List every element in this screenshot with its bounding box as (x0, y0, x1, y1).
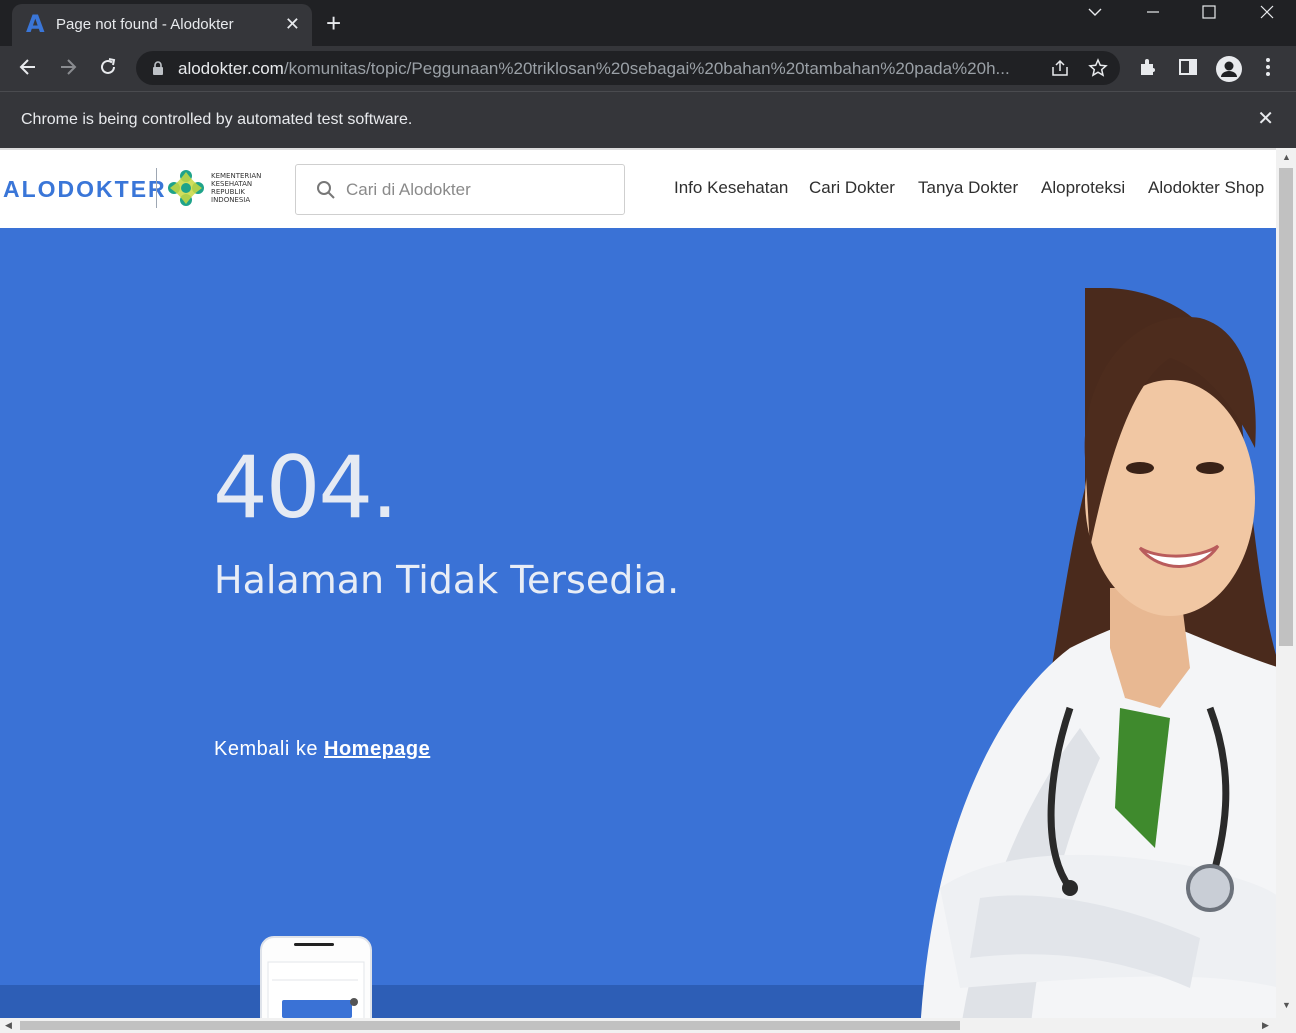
url-path: /komunitas/topic/Peggunaan%20triklosan%2… (283, 59, 1010, 78)
kemenkes-line: KEMENTERIAN (211, 172, 262, 180)
tab-title: Page not found - Alodokter (56, 16, 234, 33)
error-message: Halaman Tidak Tersedia. (214, 558, 680, 602)
back-arrow-icon[interactable] (17, 56, 41, 80)
profile-icon[interactable] (1215, 55, 1243, 88)
menu-icon[interactable] (1262, 57, 1274, 82)
back-to-home: Kembali ke Homepage (214, 738, 430, 761)
lock-icon[interactable] (152, 60, 164, 81)
vertical-scrollbar[interactable]: ▲ ▼ (1276, 148, 1296, 1018)
search-icon (316, 180, 336, 205)
search-box[interactable] (295, 164, 625, 215)
kemenkes-line: INDONESIA (211, 196, 251, 204)
kemenkes-text: KEMENTERIAN KESEHATAN REPUBLIK INDONESIA (211, 172, 261, 204)
nav-tanya-dokter[interactable]: Tanya Dokter (918, 178, 1018, 198)
tab-strip: A Page not found - Alodokter ✕ + (0, 0, 1296, 46)
horizontal-scroll-thumb[interactable] (20, 1021, 960, 1030)
tab-search-chevron-icon[interactable] (1066, 0, 1124, 26)
homepage-link[interactable]: Homepage (324, 738, 430, 760)
doctor-illustration (920, 288, 1276, 1033)
back-prefix: Kembali ke (214, 738, 318, 760)
search-input[interactable] (346, 177, 606, 203)
maximize-icon[interactable] (1180, 0, 1238, 26)
address-bar[interactable]: alodokter.com/komunitas/topic/Peggunaan%… (136, 51, 1120, 85)
nav-alodokter-shop[interactable]: Alodokter Shop (1148, 178, 1264, 198)
page-viewport: ALODOKTER KEMENTERIAN KESEHATAN REPUBLIK… (0, 148, 1296, 1033)
sidepanel-icon[interactable] (1178, 57, 1198, 82)
scroll-down-arrow-icon[interactable]: ▼ (1282, 1000, 1291, 1010)
star-icon[interactable] (1088, 58, 1108, 83)
nav-info-kesehatan[interactable]: Info Kesehatan (674, 178, 788, 198)
infobar-message: Chrome is being controlled by automated … (21, 111, 413, 128)
share-icon[interactable] (1050, 59, 1070, 82)
vertical-scroll-thumb[interactable] (1279, 168, 1293, 646)
url-text[interactable]: alodokter.com/komunitas/topic/Peggunaan%… (178, 59, 1028, 79)
infobar-close-icon[interactable]: ✕ (1257, 108, 1274, 130)
new-tab-plus-icon[interactable]: + (326, 8, 341, 38)
error-code: 404. (213, 438, 398, 538)
alodokter-logo[interactable]: ALODOKTER (3, 176, 167, 203)
error-hero: 404. Halaman Tidak Tersedia. Kembali ke … (0, 228, 1276, 1033)
nav-cari-dokter[interactable]: Cari Dokter (809, 178, 895, 198)
site-header: ALODOKTER KEMENTERIAN KESEHATAN REPUBLIK… (0, 148, 1276, 228)
browser-tab[interactable]: A Page not found - Alodokter ✕ (12, 4, 312, 46)
tab-close-icon[interactable]: ✕ (285, 13, 300, 35)
scroll-right-arrow-icon[interactable]: ▶ (1262, 1020, 1269, 1031)
kemenkes-logo-icon (166, 168, 206, 208)
window-close-icon[interactable] (1238, 0, 1296, 26)
kemenkes-line: REPUBLIK (211, 188, 245, 196)
nav-aloproteksi[interactable]: Aloproteksi (1041, 178, 1125, 198)
alodokter-favicon-icon: A (26, 10, 45, 38)
kemenkes-line: KESEHATAN (211, 180, 253, 188)
scroll-up-arrow-icon[interactable]: ▲ (1282, 152, 1291, 162)
minimize-icon[interactable] (1124, 0, 1182, 26)
extensions-icon[interactable] (1138, 57, 1158, 82)
browser-toolbar: alodokter.com/komunitas/topic/Peggunaan%… (0, 46, 1296, 91)
horizontal-scrollbar[interactable]: ◀ ▶ (0, 1018, 1296, 1033)
url-host: alodokter.com (178, 59, 284, 78)
scroll-left-arrow-icon[interactable]: ◀ (5, 1020, 12, 1031)
forward-arrow-icon[interactable] (57, 56, 81, 80)
logo-divider (156, 168, 157, 208)
automation-infobar: Chrome is being controlled by automated … (0, 91, 1296, 148)
reload-icon[interactable] (97, 56, 121, 80)
